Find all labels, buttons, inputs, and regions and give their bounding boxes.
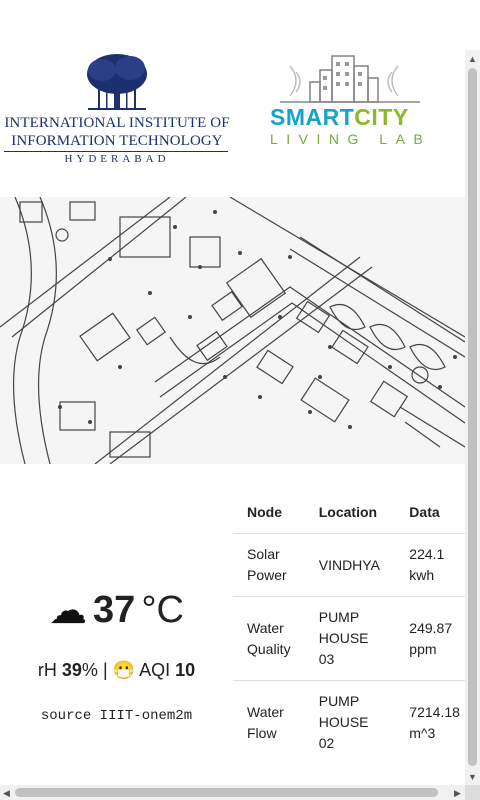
scrollbar-corner [465, 785, 480, 800]
humidity-label: rH [37, 660, 57, 680]
vertical-scrollbar-thumb[interactable] [468, 68, 477, 766]
scroll-down-arrow-icon[interactable]: ▼ [468, 772, 477, 782]
separator: | [102, 660, 108, 680]
table-header-row: Node Location Data [233, 490, 465, 534]
column-header-location: Location [304, 490, 396, 534]
temperature-unit: °C [141, 589, 184, 631]
cell-location: PUMP HOUSE 02 [304, 680, 396, 764]
scroll-up-arrow-icon[interactable]: ▲ [468, 54, 477, 64]
table-row: Solar Power VINDHYA 224.1 kwh [233, 533, 465, 597]
cell-location: PUMP HOUSE 03 [304, 596, 396, 681]
banyan-tree-icon [87, 54, 147, 110]
city-skyline-icon [280, 55, 420, 103]
campus-map-drawing [0, 197, 465, 464]
temperature-row: ☁ 37 °C [0, 588, 233, 633]
iiit-logo-line1: INTERNATIONAL INSTITUTE OF [4, 115, 230, 131]
column-header-data: Data [395, 490, 465, 534]
scroll-right-arrow-icon[interactable]: ▶ [454, 788, 461, 798]
cell-node: Water Quality [233, 596, 305, 681]
horizontal-scrollbar-thumb[interactable] [15, 788, 438, 797]
iiit-logo-rule [4, 151, 228, 152]
data-source: source IIIT-onem2m [40, 708, 193, 724]
table-row: Water Quality PUMP HOUSE 03 249.87 ppm [233, 596, 465, 681]
cell-data: 7214.18 m^3 [395, 680, 465, 764]
aqi-label: AQI [139, 660, 171, 680]
smartcity-logo: SMARTCITY LIVING LAB [270, 52, 430, 152]
aqi-value: 10 [175, 660, 196, 680]
aqi-icon: 😷 [112, 660, 136, 680]
campus-map [0, 197, 465, 464]
table-row: Water Flow PUMP HOUSE 02 7214.18 m^3 [233, 680, 465, 764]
header: INTERNATIONAL INSTITUTE OF INFORMATION T… [0, 40, 465, 180]
column-header-node: Node [233, 490, 305, 534]
cell-data: 224.1 kwh [395, 533, 465, 597]
smartcity-logo-subtitle: LIVING LAB [270, 131, 432, 147]
page-viewport: INTERNATIONAL INSTITUTE OF INFORMATION T… [0, 0, 465, 785]
iiit-logo-line2: INFORMATION TECHNOLOGY [11, 133, 223, 149]
cell-node: Solar Power [233, 533, 305, 597]
sensor-table: Node Location Data Solar Power VINDHYA 2… [233, 490, 465, 764]
iiit-logo-line3: HYDERABAD [64, 153, 170, 165]
scroll-left-arrow-icon[interactable]: ◀ [3, 788, 10, 798]
humidity-aqi-row: rH 39% | 😷 AQI 10 [0, 660, 233, 681]
cell-location: VINDHYA [304, 533, 396, 597]
cell-node: Water Flow [233, 680, 305, 764]
cloud-icon: ☁ [49, 590, 88, 632]
cell-data: 249.87 ppm [395, 596, 465, 681]
smartcity-logo-smart: SMART [270, 104, 355, 130]
humidity-unit: % [81, 660, 98, 680]
iiit-logo: INTERNATIONAL INSTITUTE OF INFORMATION T… [4, 52, 230, 166]
temperature-value: 37 [93, 589, 136, 631]
smartcity-logo-city: CITY [354, 104, 409, 130]
smartcity-logo-title: SMARTCITY [270, 104, 409, 131]
humidity-value: 39 [61, 660, 82, 680]
